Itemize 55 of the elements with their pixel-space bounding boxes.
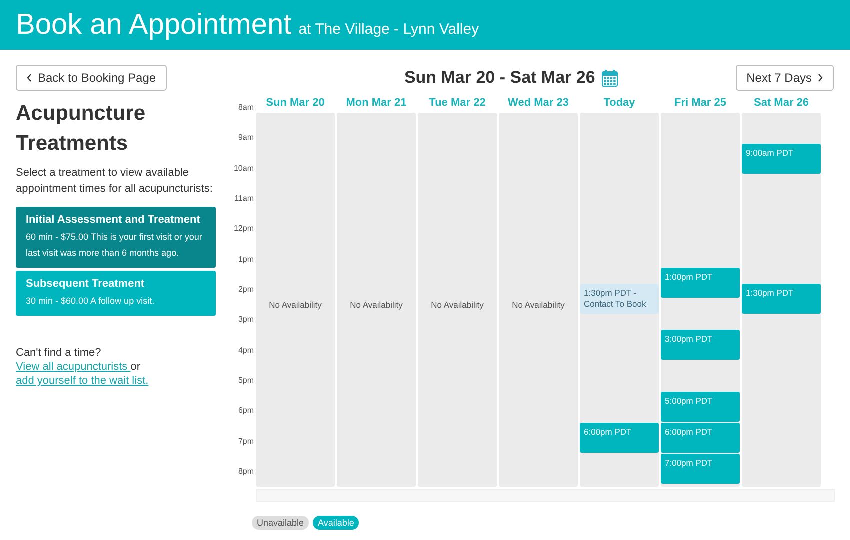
calendar-icon[interactable] — [602, 70, 618, 86]
time-slot[interactable]: 6:00pm PDT — [661, 423, 740, 453]
day-header: Sat Mar 26 — [752, 97, 810, 111]
no-availability-text: No Availability — [431, 300, 484, 310]
day-header: Today — [602, 97, 636, 111]
intro-text: Select a treatment to view available appointment times for all acupuncturists: — [16, 166, 214, 197]
legend-tag: Available — [313, 516, 360, 530]
hour-label: 9am — [238, 133, 254, 142]
treatment-name: Initial Assessment and Treatment — [26, 214, 202, 226]
section-title: Acupuncture Treatments — [16, 101, 147, 157]
date-range: Sun Mar 20 - Sat Mar 26 — [404, 68, 596, 88]
hour-label: 11am — [234, 194, 254, 203]
hour-label: 10am — [234, 164, 254, 173]
wait-list-link[interactable]: add yourself to the wait list. — [16, 375, 149, 387]
time-slot[interactable]: 1:30pm PDT — [742, 284, 821, 314]
hour-label: 8am — [238, 103, 254, 112]
no-availability-text: No Availability — [350, 300, 403, 310]
hour-label: 7pm — [238, 436, 254, 446]
help-title: Can't find a time? — [16, 346, 102, 360]
no-availability-text: No Availability — [269, 300, 322, 310]
day-header: Mon Mar 21 — [345, 97, 408, 111]
location-text: at The Village - Lynn Valley — [298, 21, 480, 38]
hour-label: 3pm — [238, 315, 254, 324]
chevron-left-icon — [27, 74, 32, 82]
hour-label: 1pm — [238, 254, 254, 264]
time-slot[interactable]: 5:00pm PDT — [661, 392, 740, 422]
hour-label: 4pm — [238, 346, 254, 355]
hour-label: 2pm — [238, 284, 254, 294]
all-acupuncturists-link[interactable]: View all acupuncturists — [16, 361, 131, 373]
treatment-details: 30 min - $60.00 A follow up visit. — [26, 295, 156, 308]
or-text: or — [130, 361, 141, 373]
day-header: Tue Mar 22 — [428, 97, 487, 111]
no-availability-text: No Availability — [512, 300, 565, 310]
next-week-button[interactable]: Next 7 Days — [736, 65, 834, 91]
hour-label: 6pm — [238, 406, 254, 416]
time-slot[interactable]: 7:00pm PDT — [661, 454, 740, 484]
day-header: Fri Mar 25 — [674, 97, 728, 111]
treatment-name: Subsequent Treatment — [26, 278, 146, 290]
treatment-card[interactable]: Initial Assessment and Treatment 60 min - $75.00 This is your first visit or your last visit was more than 6 months ago. — [16, 207, 216, 268]
day-header: Sun Mar 20 — [265, 97, 326, 111]
hour-label: 8pm — [238, 466, 254, 476]
hour-label: 12pm — [234, 224, 254, 234]
treatment-details: 60 min - $75.00 This is your first visit or your last visit was more than 6 months ago. — [26, 231, 204, 260]
chevron-right-icon — [818, 74, 823, 82]
day-header: Wed Mar 23 — [507, 97, 570, 111]
page-title: Book an Appointment — [16, 8, 292, 43]
treatment-card[interactable]: Subsequent Treatment 30 min - $60.00 A follow up visit. — [16, 271, 216, 316]
legend-tag: Unavailable — [252, 516, 310, 530]
time-slot[interactable]: 3:00pm PDT — [661, 330, 740, 360]
time-slot[interactable]: 1:00pm PDT — [661, 268, 740, 298]
contact-slot[interactable]: 1:30pm PDT - Contact To Book — [580, 284, 659, 314]
back-button[interactable]: Back to Booking Page — [16, 65, 168, 91]
time-slot[interactable]: 9:00am PDT — [742, 144, 821, 174]
hour-label: 5pm — [238, 376, 254, 385]
time-slot[interactable]: 6:00pm PDT — [580, 423, 659, 453]
